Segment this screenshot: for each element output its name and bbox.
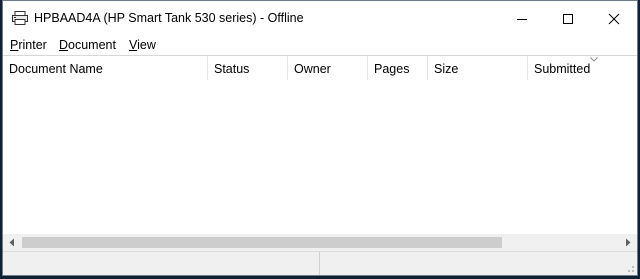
column-header-document-name[interactable]: Document Name bbox=[3, 56, 208, 80]
print-queue-window: HPBAAD4A (HP Smart Tank 530 series) - Of… bbox=[2, 0, 638, 276]
menu-bar: Printer Document View bbox=[3, 35, 637, 54]
close-icon bbox=[608, 13, 620, 25]
minimize-icon bbox=[517, 19, 527, 20]
maximize-button[interactable] bbox=[545, 1, 591, 35]
column-header-size[interactable]: Size bbox=[428, 56, 528, 80]
menu-printer-label: rinter bbox=[18, 38, 47, 52]
column-header-owner[interactable]: Owner bbox=[288, 56, 368, 80]
window-title: HPBAAD4A (HP Smart Tank 530 series) - Of… bbox=[34, 11, 304, 25]
minimize-button[interactable] bbox=[499, 1, 545, 35]
column-header-label: Document Name bbox=[9, 62, 103, 76]
scroll-left-icon[interactable] bbox=[7, 238, 17, 247]
column-header-row: Document Name Status Owner Pages Size Su… bbox=[3, 55, 637, 81]
status-pane-left bbox=[3, 252, 320, 275]
column-header-pages[interactable]: Pages bbox=[368, 56, 428, 80]
horizontal-scrollbar[interactable] bbox=[3, 234, 637, 251]
scroll-right-icon[interactable] bbox=[623, 238, 633, 247]
menu-view-label: iew bbox=[137, 38, 156, 52]
column-header-label: Owner bbox=[294, 62, 331, 76]
column-header-status[interactable]: Status bbox=[208, 56, 288, 80]
menu-view-accel: V bbox=[129, 38, 138, 52]
menu-printer[interactable]: Printer bbox=[10, 38, 47, 52]
column-header-label: Size bbox=[434, 62, 459, 76]
title-bar[interactable]: HPBAAD4A (HP Smart Tank 530 series) - Of… bbox=[3, 1, 637, 35]
close-button[interactable] bbox=[591, 1, 637, 35]
column-header-submitted[interactable]: Submitted bbox=[528, 56, 637, 80]
menu-document-accel: D bbox=[59, 38, 69, 52]
resize-grip-icon[interactable] bbox=[623, 261, 635, 273]
maximize-icon bbox=[563, 14, 573, 24]
status-bar bbox=[3, 251, 637, 275]
print-job-list[interactable] bbox=[3, 80, 637, 234]
menu-document-label: ocument bbox=[68, 38, 116, 52]
scrollbar-thumb[interactable] bbox=[22, 237, 502, 248]
column-header-label: Pages bbox=[374, 62, 410, 76]
chevron-down-icon bbox=[590, 57, 598, 62]
menu-document[interactable]: Document bbox=[59, 38, 116, 52]
column-header-label: Status bbox=[214, 62, 250, 76]
printer-icon bbox=[12, 11, 28, 25]
menu-view[interactable]: View bbox=[129, 38, 156, 52]
status-pane-right bbox=[320, 252, 637, 275]
column-header-label: Submitted bbox=[534, 62, 591, 76]
